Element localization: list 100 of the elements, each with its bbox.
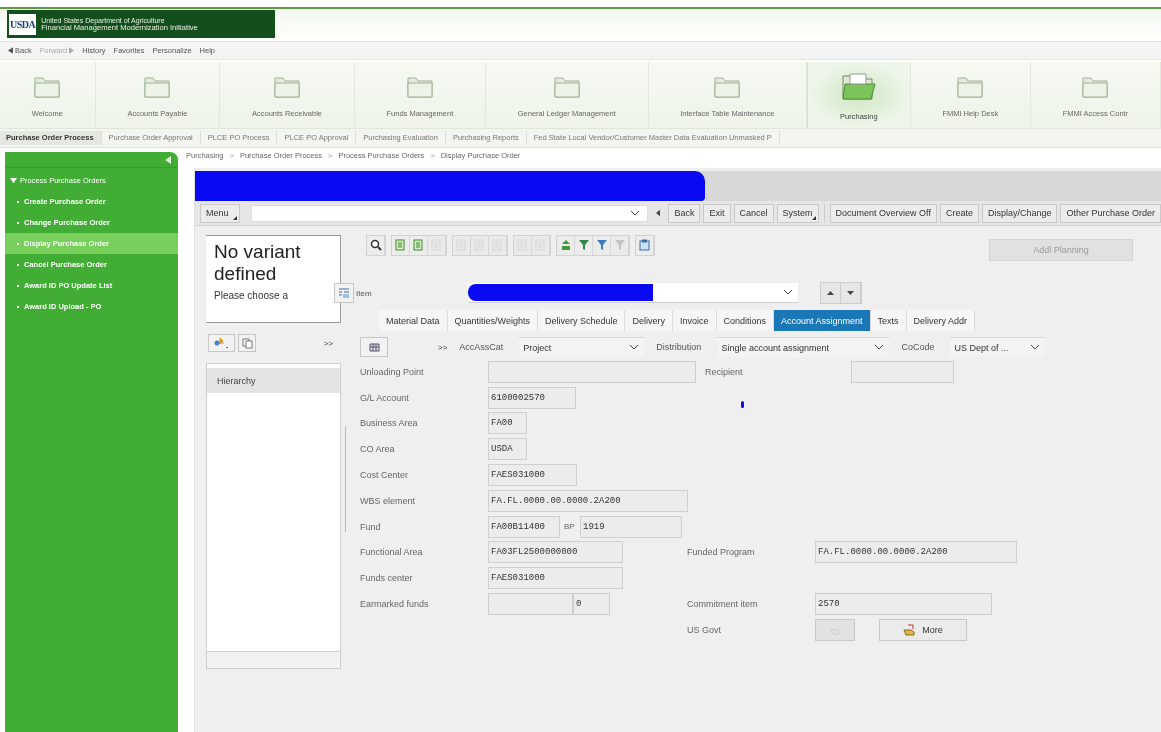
toolbar-button[interactable]: Display/Change bbox=[981, 203, 1058, 223]
input-field[interactable]: FA00 bbox=[488, 412, 527, 435]
toolbar-button[interactable]: Create bbox=[939, 203, 979, 223]
input-field[interactable]: FAES031000 bbox=[488, 567, 623, 590]
toolbar-button[interactable]: Exit bbox=[703, 203, 731, 223]
field-label: Commitment item bbox=[687, 599, 759, 610]
field-label: Functional Area bbox=[360, 547, 424, 558]
item-tab[interactable]: Account Assignment bbox=[774, 310, 871, 331]
previous-item-button[interactable] bbox=[821, 283, 841, 303]
filter-icon bbox=[595, 239, 608, 251]
up-arrow-icon bbox=[827, 291, 834, 295]
chevron-down-icon bbox=[1031, 345, 1040, 350]
logo: USDA bbox=[9, 13, 37, 35]
field-label: AccAssCat bbox=[459, 342, 504, 352]
input-field[interactable]: FAES031000 bbox=[488, 464, 577, 487]
input-field[interactable]: USDA bbox=[488, 438, 527, 461]
doc-button[interactable] bbox=[392, 235, 410, 255]
field-label: Unloading Point bbox=[360, 366, 425, 377]
item-dropdown[interactable] bbox=[468, 283, 798, 303]
input-field[interactable]: 6100002570 bbox=[488, 386, 576, 409]
copy-icon bbox=[241, 337, 253, 349]
item-tab[interactable]: Quantities/Weights bbox=[447, 310, 538, 331]
toolbar-button[interactable]: Document Overview Off bbox=[829, 203, 937, 223]
grid-icon bbox=[368, 342, 380, 352]
field-label: Funded Program bbox=[687, 547, 756, 558]
column-header: Hierarchy bbox=[207, 368, 340, 393]
input-field[interactable]: 2570 bbox=[815, 593, 992, 616]
down-arrow-icon bbox=[847, 291, 854, 295]
field-label: Recipient bbox=[704, 366, 744, 377]
field-label: Business Area bbox=[360, 418, 419, 429]
move-button[interactable] bbox=[208, 334, 235, 352]
field-label: WBS element bbox=[360, 495, 417, 506]
item-tab[interactable]: Conditions bbox=[716, 310, 775, 331]
field-label: G/L Account bbox=[360, 392, 410, 403]
zoom-button[interactable] bbox=[367, 235, 385, 255]
chevron-down-icon bbox=[875, 345, 884, 350]
item-list-button[interactable] bbox=[334, 283, 354, 303]
redaction-mark bbox=[741, 400, 744, 408]
input-field[interactable]: FA.FL.0000.00.0000.2A200 bbox=[815, 541, 1017, 564]
input-field[interactable]: FA00B11400 bbox=[488, 515, 560, 538]
field-label: CO Area bbox=[360, 444, 396, 455]
forward-arrow-icon bbox=[69, 47, 75, 54]
input-field[interactable]: FA.FL.0000.00.0000.2A200 bbox=[488, 489, 688, 512]
field-label: Fund bbox=[360, 521, 382, 532]
menu-corner-icon bbox=[811, 215, 816, 220]
toolbar-button[interactable]: System bbox=[776, 203, 819, 223]
magnifier-icon bbox=[369, 239, 382, 251]
field-label: Funds center bbox=[360, 573, 414, 584]
document-icon bbox=[413, 239, 424, 251]
item-tab[interactable]: Delivery bbox=[625, 310, 673, 331]
filter-button[interactable] bbox=[575, 235, 593, 255]
menu-corner-icon bbox=[232, 215, 237, 220]
variant-prompt: Please choose a bbox=[214, 289, 289, 301]
field-label: Distribution bbox=[656, 342, 702, 352]
next-item-button[interactable] bbox=[841, 283, 861, 303]
collapse-icon[interactable] bbox=[165, 155, 171, 164]
dropdown-field[interactable]: Single account assignment bbox=[717, 337, 890, 357]
expanded-caret-icon bbox=[10, 177, 17, 184]
back-arrow-icon bbox=[8, 47, 13, 54]
dropdown-field[interactable]: US Dept of ... bbox=[950, 337, 1046, 357]
field-label: CoCode bbox=[901, 342, 935, 352]
back-arrow-icon[interactable] bbox=[655, 209, 661, 217]
clipboard-icon bbox=[639, 239, 650, 251]
item-tab[interactable]: Delivery Addr bbox=[906, 310, 976, 331]
copy-button[interactable] bbox=[238, 334, 256, 352]
filter-icon bbox=[613, 239, 626, 251]
item-tab[interactable]: Texts bbox=[870, 310, 907, 331]
filter-button[interactable] bbox=[593, 235, 611, 255]
input-field[interactable]: FA03FL2500000000 bbox=[488, 541, 623, 564]
variant-title: No variant defined bbox=[214, 241, 302, 285]
item-tab[interactable]: Delivery Schedule bbox=[537, 310, 626, 331]
menu-button[interactable]: Menu bbox=[200, 203, 240, 223]
item-label: Item bbox=[356, 288, 373, 298]
dropdown-field[interactable]: Project bbox=[519, 337, 645, 357]
list-icon bbox=[338, 287, 350, 299]
clipboard-button[interactable] bbox=[636, 235, 654, 255]
toolbar-button[interactable]: Cancel bbox=[733, 203, 774, 223]
input-field[interactable] bbox=[851, 360, 954, 383]
field-label: Cost Center bbox=[360, 470, 410, 481]
chevron-down-icon bbox=[630, 345, 639, 350]
item-tab[interactable]: Invoice bbox=[672, 310, 717, 331]
document-icon bbox=[395, 239, 406, 251]
item-tab[interactable]: Material Data bbox=[379, 310, 448, 331]
toolbar-button[interactable]: Other Purchase Order bbox=[1060, 203, 1161, 223]
input-field[interactable]: 0 bbox=[573, 593, 610, 616]
more-button[interactable]: More bbox=[879, 618, 967, 641]
toolbar-button[interactable]: Back bbox=[668, 203, 701, 223]
field-label: BP bbox=[563, 522, 576, 532]
input-field[interactable] bbox=[488, 360, 696, 383]
tree-button[interactable] bbox=[557, 235, 575, 255]
chevron-down-icon bbox=[630, 210, 639, 216]
expand-toggle[interactable]: >> bbox=[323, 338, 333, 348]
input-field[interactable] bbox=[488, 593, 573, 616]
expand-toggle[interactable]: >> bbox=[438, 342, 448, 352]
command-field[interactable] bbox=[250, 204, 648, 222]
layout-button[interactable] bbox=[360, 337, 388, 357]
chevron-down-icon bbox=[784, 290, 792, 295]
input-field[interactable]: 1919 bbox=[580, 515, 682, 538]
filter-icon bbox=[577, 239, 590, 251]
doc-button[interactable] bbox=[410, 235, 428, 255]
